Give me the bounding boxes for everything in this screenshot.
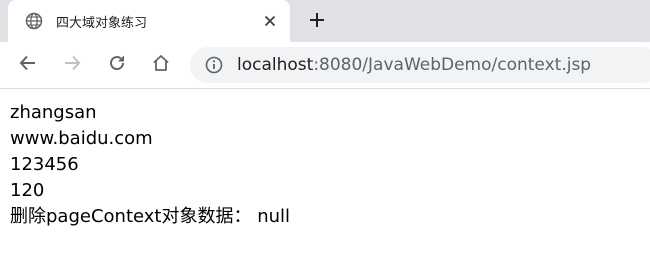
tab-active[interactable]: 四大域对象练习 — [8, 0, 290, 42]
output-line-number: 120 — [10, 180, 45, 201]
reload-icon — [107, 53, 127, 78]
page-content: zhangsan www.baidu.com 123456 120 删除page… — [0, 89, 650, 230]
forward-button[interactable] — [58, 51, 86, 79]
reload-button[interactable] — [103, 51, 131, 79]
home-icon — [151, 53, 171, 78]
address-bar[interactable]: localhost:8080/JavaWebDemo/context.jsp — [190, 47, 650, 83]
arrow-right-icon — [62, 53, 82, 78]
output-line-password: 123456 — [10, 154, 79, 175]
globe-icon — [24, 11, 44, 31]
output-line-remove-result: 删除pageContext对象数据： null — [10, 206, 291, 227]
url-path: :8080/JavaWebDemo/context.jsp — [313, 55, 592, 75]
plus-icon — [308, 11, 326, 34]
arrow-left-icon — [18, 53, 38, 78]
browser-toolbar: localhost:8080/JavaWebDemo/context.jsp — [0, 42, 650, 89]
back-button[interactable] — [14, 51, 42, 79]
close-icon[interactable] — [258, 9, 282, 33]
new-tab-button[interactable] — [304, 9, 330, 35]
output-line-url: www.baidu.com — [10, 128, 153, 149]
info-icon[interactable] — [204, 55, 224, 75]
output-line-username: zhangsan — [10, 102, 97, 123]
url-host: localhost — [237, 55, 314, 75]
home-button[interactable] — [147, 51, 175, 79]
tab-strip: 四大域对象练习 — [0, 0, 650, 42]
tab-title: 四大域对象练习 — [56, 15, 148, 31]
url-text[interactable]: localhost:8080/JavaWebDemo/context.jsp — [237, 55, 591, 75]
